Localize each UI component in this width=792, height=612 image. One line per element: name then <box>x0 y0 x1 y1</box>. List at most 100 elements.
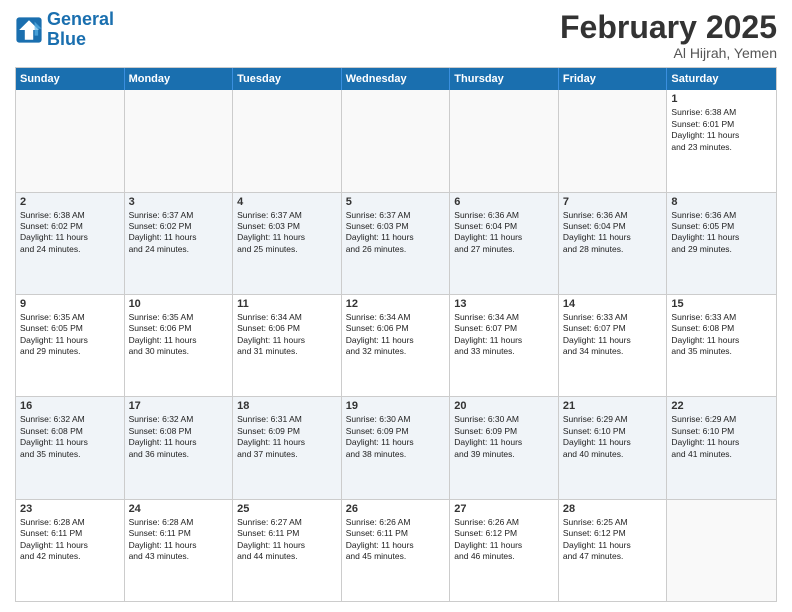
day-info: Sunrise: 6:26 AM Sunset: 6:12 PM Dayligh… <box>454 517 554 563</box>
page: General Blue February 2025 Al Hijrah, Ye… <box>0 0 792 612</box>
logo: General Blue <box>15 10 114 50</box>
logo-general: General <box>47 9 114 29</box>
day-info: Sunrise: 6:33 AM Sunset: 6:08 PM Dayligh… <box>671 312 772 358</box>
day-cell-27: 27 Sunrise: 6:26 AM Sunset: 6:12 PM Dayli… <box>450 500 559 601</box>
day-info: Sunrise: 6:29 AM Sunset: 6:10 PM Dayligh… <box>563 414 663 460</box>
day-cell-15: 15 Sunrise: 6:33 AM Sunset: 6:08 PM Dayli… <box>667 295 776 396</box>
day-cell-18: 18Sunrise: 6:31 AM Sunset: 6:09 PM Dayli… <box>233 397 342 498</box>
day-cell-22: 22Sunrise: 6:29 AM Sunset: 6:10 PM Dayli… <box>667 397 776 498</box>
day-cell-10: 10Sunrise: 6:35 AM Sunset: 6:06 PM Dayli… <box>125 295 234 396</box>
day-number: 15 <box>671 298 772 310</box>
day-number: 24 <box>129 503 229 515</box>
header: General Blue February 2025 Al Hijrah, Ye… <box>15 10 777 61</box>
day-cell-14: 14 Sunrise: 6:33 AM Sunset: 6:07 PM Dayli… <box>559 295 668 396</box>
day-info: Sunrise: 6:37 AM Sunset: 6:03 PM Dayligh… <box>346 210 446 256</box>
day-info: Sunrise: 6:34 AM Sunset: 6:06 PM Dayligh… <box>346 312 446 358</box>
day-info: Sunrise: 6:26 AM Sunset: 6:11 PM Dayligh… <box>346 517 446 563</box>
calendar-body: 1Sunrise: 6:38 AM Sunset: 6:01 PM Daylig… <box>16 90 776 601</box>
header-day-wednesday: Wednesday <box>342 68 451 90</box>
day-cell-26: 26 Sunrise: 6:26 AM Sunset: 6:11 PM Dayli… <box>342 500 451 601</box>
day-cell-2: 2 Sunrise: 6:38 AM Sunset: 6:02 PM Daylig… <box>16 193 125 294</box>
day-number: 21 <box>563 400 663 412</box>
day-info: Sunrise: 6:34 AM Sunset: 6:07 PM Dayligh… <box>454 312 554 358</box>
day-cell-7: 7 Sunrise: 6:36 AM Sunset: 6:04 PM Daylig… <box>559 193 668 294</box>
day-cell-8: 8Sunrise: 6:36 AM Sunset: 6:05 PM Daylig… <box>667 193 776 294</box>
day-cell-4: 4 Sunrise: 6:37 AM Sunset: 6:03 PM Daylig… <box>233 193 342 294</box>
day-cell-5: 5 Sunrise: 6:37 AM Sunset: 6:03 PM Daylig… <box>342 193 451 294</box>
day-cell-25: 25 Sunrise: 6:27 AM Sunset: 6:11 PM Dayli… <box>233 500 342 601</box>
day-number: 3 <box>129 196 229 208</box>
day-number: 17 <box>129 400 229 412</box>
empty-cell-0-4 <box>450 90 559 191</box>
day-number: 27 <box>454 503 554 515</box>
month-title: February 2025 <box>560 10 777 45</box>
day-info: Sunrise: 6:28 AM Sunset: 6:11 PM Dayligh… <box>129 517 229 563</box>
logo-text: General Blue <box>47 10 114 50</box>
day-number: 18 <box>237 400 337 412</box>
day-info: Sunrise: 6:32 AM Sunset: 6:08 PM Dayligh… <box>129 414 229 460</box>
day-number: 12 <box>346 298 446 310</box>
header-day-sunday: Sunday <box>16 68 125 90</box>
day-number: 28 <box>563 503 663 515</box>
day-number: 20 <box>454 400 554 412</box>
day-cell-24: 24 Sunrise: 6:28 AM Sunset: 6:11 PM Dayli… <box>125 500 234 601</box>
day-cell-3: 3Sunrise: 6:37 AM Sunset: 6:02 PM Daylig… <box>125 193 234 294</box>
day-cell-1: 1Sunrise: 6:38 AM Sunset: 6:01 PM Daylig… <box>667 90 776 191</box>
day-cell-16: 16 Sunrise: 6:32 AM Sunset: 6:08 PM Dayli… <box>16 397 125 498</box>
day-info: Sunrise: 6:32 AM Sunset: 6:08 PM Dayligh… <box>20 414 120 460</box>
day-info: Sunrise: 6:33 AM Sunset: 6:07 PM Dayligh… <box>563 312 663 358</box>
day-cell-6: 6Sunrise: 6:36 AM Sunset: 6:04 PM Daylig… <box>450 193 559 294</box>
day-info: Sunrise: 6:36 AM Sunset: 6:04 PM Dayligh… <box>454 210 554 256</box>
empty-cell-0-3 <box>342 90 451 191</box>
empty-cell-0-0 <box>16 90 125 191</box>
day-cell-13: 13 Sunrise: 6:34 AM Sunset: 6:07 PM Dayli… <box>450 295 559 396</box>
calendar-row-0: 1Sunrise: 6:38 AM Sunset: 6:01 PM Daylig… <box>16 90 776 191</box>
day-number: 25 <box>237 503 337 515</box>
day-number: 10 <box>129 298 229 310</box>
day-cell-28: 28Sunrise: 6:25 AM Sunset: 6:12 PM Dayli… <box>559 500 668 601</box>
empty-cell-0-5 <box>559 90 668 191</box>
header-day-saturday: Saturday <box>667 68 776 90</box>
day-info: Sunrise: 6:35 AM Sunset: 6:05 PM Dayligh… <box>20 312 120 358</box>
location: Al Hijrah, Yemen <box>560 45 777 61</box>
day-info: Sunrise: 6:36 AM Sunset: 6:05 PM Dayligh… <box>671 210 772 256</box>
empty-cell-0-2 <box>233 90 342 191</box>
day-info: Sunrise: 6:38 AM Sunset: 6:02 PM Dayligh… <box>20 210 120 256</box>
header-day-friday: Friday <box>559 68 668 90</box>
empty-cell-4-6 <box>667 500 776 601</box>
calendar-row-2: 9Sunrise: 6:35 AM Sunset: 6:05 PM Daylig… <box>16 294 776 396</box>
day-cell-17: 17 Sunrise: 6:32 AM Sunset: 6:08 PM Dayli… <box>125 397 234 498</box>
empty-cell-0-1 <box>125 90 234 191</box>
calendar-header: SundayMondayTuesdayWednesdayThursdayFrid… <box>16 68 776 90</box>
day-number: 4 <box>237 196 337 208</box>
calendar: SundayMondayTuesdayWednesdayThursdayFrid… <box>15 67 777 602</box>
day-number: 5 <box>346 196 446 208</box>
day-info: Sunrise: 6:28 AM Sunset: 6:11 PM Dayligh… <box>20 517 120 563</box>
day-number: 26 <box>346 503 446 515</box>
day-number: 16 <box>20 400 120 412</box>
logo-icon <box>15 16 43 44</box>
day-cell-23: 23 Sunrise: 6:28 AM Sunset: 6:11 PM Dayli… <box>16 500 125 601</box>
day-number: 11 <box>237 298 337 310</box>
day-number: 23 <box>20 503 120 515</box>
day-number: 7 <box>563 196 663 208</box>
day-number: 1 <box>671 93 772 105</box>
day-info: Sunrise: 6:27 AM Sunset: 6:11 PM Dayligh… <box>237 517 337 563</box>
day-number: 2 <box>20 196 120 208</box>
calendar-row-1: 2 Sunrise: 6:38 AM Sunset: 6:02 PM Daylig… <box>16 192 776 294</box>
header-day-thursday: Thursday <box>450 68 559 90</box>
day-cell-21: 21 Sunrise: 6:29 AM Sunset: 6:10 PM Dayli… <box>559 397 668 498</box>
logo-blue: Blue <box>47 29 86 49</box>
day-info: Sunrise: 6:30 AM Sunset: 6:09 PM Dayligh… <box>346 414 446 460</box>
day-info: Sunrise: 6:30 AM Sunset: 6:09 PM Dayligh… <box>454 414 554 460</box>
day-number: 13 <box>454 298 554 310</box>
day-info: Sunrise: 6:37 AM Sunset: 6:03 PM Dayligh… <box>237 210 337 256</box>
day-cell-12: 12 Sunrise: 6:34 AM Sunset: 6:06 PM Dayli… <box>342 295 451 396</box>
day-info: Sunrise: 6:36 AM Sunset: 6:04 PM Dayligh… <box>563 210 663 256</box>
day-number: 19 <box>346 400 446 412</box>
day-number: 14 <box>563 298 663 310</box>
day-info: Sunrise: 6:34 AM Sunset: 6:06 PM Dayligh… <box>237 312 337 358</box>
header-day-tuesday: Tuesday <box>233 68 342 90</box>
day-info: Sunrise: 6:29 AM Sunset: 6:10 PM Dayligh… <box>671 414 772 460</box>
day-cell-19: 19 Sunrise: 6:30 AM Sunset: 6:09 PM Dayli… <box>342 397 451 498</box>
